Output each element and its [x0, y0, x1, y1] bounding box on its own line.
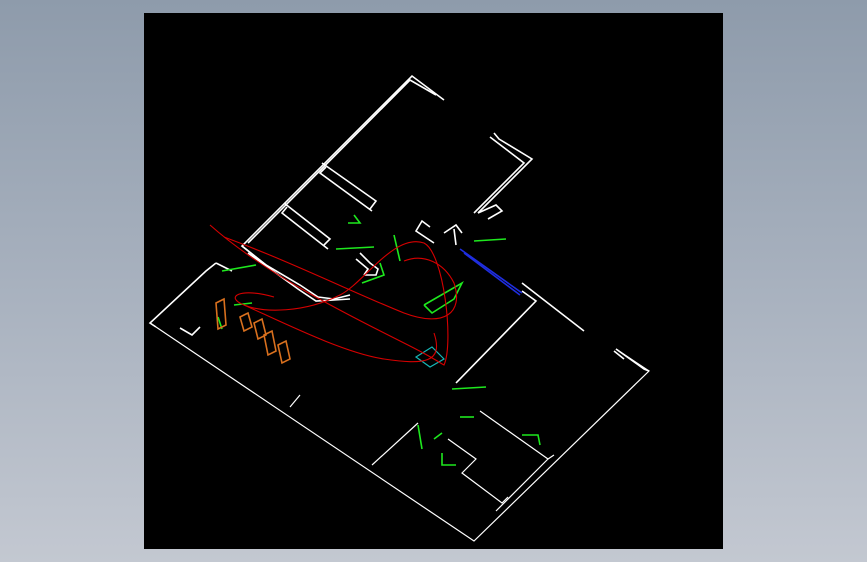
wall-upper-left-inner	[247, 78, 437, 244]
window-layer	[453, 228, 523, 296]
fixture-2	[335, 246, 375, 250]
window-upper-right-2	[463, 252, 521, 296]
wall-right-room-c	[613, 350, 625, 360]
wall-corridor-a	[241, 245, 351, 300]
wall-bottom-outer	[155, 326, 650, 542]
furniture-shelf-4	[263, 329, 277, 357]
wall-bottom-room-a	[371, 422, 419, 466]
wall-right-room-a	[455, 290, 538, 384]
wall-left-block-a	[148, 262, 217, 328]
wall-upper-left-outer	[240, 74, 445, 266]
fixture-9	[451, 386, 487, 390]
wall-left-block-c	[179, 326, 201, 337]
wall-right-room-b	[521, 282, 585, 332]
wall-bottom-mark	[289, 394, 301, 408]
wall-room2-a	[283, 202, 332, 246]
furniture-shelf-2	[239, 311, 253, 333]
red-spline-1	[209, 224, 449, 366]
fixture-1	[348, 214, 362, 224]
fixture-11	[417, 424, 423, 450]
curve-layer	[209, 224, 458, 366]
furniture-shelf-5	[277, 339, 291, 365]
wall-upper-right-d	[443, 223, 463, 234]
wall-bottom-room-b	[479, 410, 555, 460]
fixture-14	[441, 453, 456, 466]
cad-drawing-viewport[interactable]	[144, 13, 723, 549]
wall-room1-a	[321, 162, 378, 210]
wall-bottom-room-d	[495, 458, 549, 512]
wall-upper-right-e	[414, 219, 435, 244]
fixture-13	[522, 434, 541, 446]
floor-plan-drawing	[148, 74, 650, 542]
wall-upper-right-c	[477, 204, 504, 220]
fixture-12	[433, 432, 443, 440]
wall-corridor-d	[355, 258, 370, 276]
fixtures-layer	[217, 214, 541, 466]
fixture-4	[473, 238, 507, 242]
window-upper-right	[459, 248, 523, 294]
wall-room1-b	[318, 166, 373, 212]
wall-room2-b	[280, 206, 329, 250]
wall-bottom-room-c	[447, 438, 509, 504]
door-post-upper	[453, 228, 457, 246]
